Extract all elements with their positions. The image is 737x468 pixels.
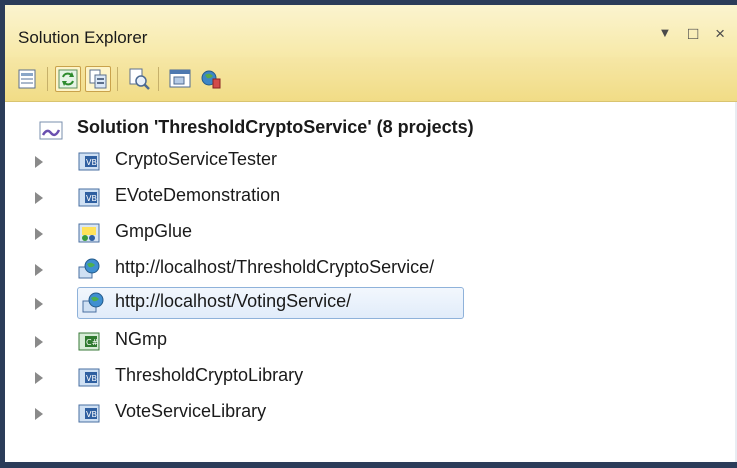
tree-item-label: GmpGlue <box>115 221 193 241</box>
svg-text:C#: C# <box>86 338 99 347</box>
expand-arrow-icon[interactable] <box>35 192 43 204</box>
tree-item-label: CryptoServiceTester <box>115 149 278 169</box>
tree-item-evotedemonstration[interactable]: VB EVoteDemonstration <box>5 181 705 213</box>
view-code-icon <box>129 68 150 90</box>
expand-arrow-icon[interactable] <box>35 264 43 276</box>
tree-item-votingservice-site[interactable]: http://localhost/VotingService/ <box>5 287 705 319</box>
vb-project-icon: VB <box>78 188 100 207</box>
expand-arrow-icon[interactable] <box>35 372 43 384</box>
tree-item-label: ThresholdCryptoLibrary <box>115 365 304 385</box>
view-designer-icon <box>169 69 191 88</box>
tree-item-ngmp[interactable]: C# NGmp <box>5 325 705 357</box>
website-project-icon <box>82 292 104 313</box>
svg-text:VB: VB <box>86 410 97 419</box>
expand-arrow-icon[interactable] <box>35 408 43 420</box>
vb-project-icon: VB <box>78 152 100 171</box>
window-controls: ▼ □ × <box>658 24 731 44</box>
window-title: Solution Explorer <box>18 28 148 47</box>
expand-arrow-icon[interactable] <box>35 228 43 240</box>
expand-arrow-icon[interactable] <box>35 336 43 348</box>
solution-icon <box>39 121 63 140</box>
show-all-files-button[interactable] <box>85 66 111 92</box>
refresh-button[interactable] <box>55 66 81 92</box>
refresh-icon <box>58 69 78 89</box>
svg-text:VB: VB <box>86 374 97 383</box>
view-code-button[interactable] <box>126 66 152 92</box>
show-all-files-icon <box>89 69 107 89</box>
tree-item-label: http://localhost/ThresholdCryptoService/ <box>115 257 435 277</box>
window-frame-top <box>0 0 737 5</box>
view-designer-button[interactable] <box>167 66 193 92</box>
close-icon[interactable]: × <box>715 24 731 43</box>
tree-item-label: http://localhost/VotingService/ <box>115 291 352 311</box>
tree-item-label: VoteServiceLibrary <box>115 401 267 421</box>
tree-item-label: EVoteDemonstration <box>115 185 281 205</box>
website-project-icon <box>78 258 100 279</box>
csharp-project-icon: C# <box>78 332 100 351</box>
tree-item-cryptoservicetester[interactable]: VB CryptoServiceTester <box>5 145 705 177</box>
tree-item-gmpglue[interactable]: GmpGlue <box>5 217 705 249</box>
solution-node[interactable]: Solution 'ThresholdCryptoService' (8 pro… <box>5 113 705 145</box>
vb-project-icon: VB <box>78 404 100 423</box>
properties-icon <box>18 69 36 89</box>
window-frame-bottom <box>0 462 737 468</box>
solution-label: Solution 'ThresholdCryptoService' (8 pro… <box>77 117 474 137</box>
solution-explorer-panel: Solution Explorer ▼ □ × Solution 'Thresh… <box>5 5 737 462</box>
dropdown-arrow-icon[interactable]: ▼ <box>658 25 677 40</box>
properties-button[interactable] <box>15 66 41 92</box>
class-diagram-button[interactable] <box>198 66 224 92</box>
tree-item-voteservicelibrary[interactable]: VB VoteServiceLibrary <box>5 397 705 429</box>
class-diagram-icon <box>201 70 221 89</box>
solution-explorer-window: Solution Explorer ▼ □ × Solution 'Thresh… <box>0 0 737 468</box>
expand-arrow-icon[interactable] <box>35 298 43 310</box>
tree-item-thresholdcryptolibrary[interactable]: VB ThresholdCryptoLibrary <box>5 361 705 393</box>
svg-text:VB: VB <box>86 194 97 203</box>
cpp-project-icon <box>78 223 100 243</box>
tree-item-label: NGmp <box>115 329 168 349</box>
vb-project-icon: VB <box>78 368 100 387</box>
window-frame-left <box>0 0 5 468</box>
title-bar[interactable]: Solution Explorer ▼ □ × <box>5 5 737 57</box>
svg-text:VB: VB <box>86 158 97 167</box>
tree-item-thresholdcryptoservice-site[interactable]: http://localhost/ThresholdCryptoService/ <box>5 253 705 285</box>
expand-arrow-icon[interactable] <box>35 156 43 168</box>
toolbar <box>5 57 737 102</box>
maximize-icon[interactable]: □ <box>688 24 704 43</box>
